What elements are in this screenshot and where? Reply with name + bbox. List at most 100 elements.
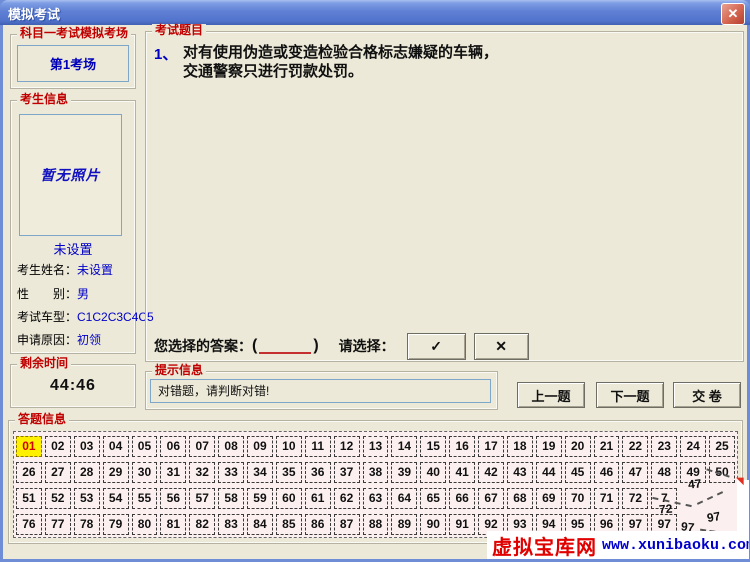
answer-cell[interactable]: 66 [449, 488, 475, 509]
prev-question-button[interactable]: 上一题 [517, 382, 585, 408]
answer-cell[interactable]: 68 [507, 488, 533, 509]
answer-cell[interactable]: 47 [622, 462, 648, 483]
answer-cell[interactable]: 86 [305, 514, 331, 535]
answer-cell[interactable]: 72 [622, 488, 648, 509]
answer-cell[interactable]: 21 [594, 436, 620, 457]
answer-cell[interactable]: 22 [622, 436, 648, 457]
answer-cell[interactable]: 82 [189, 514, 215, 535]
answer-cell[interactable]: 19 [536, 436, 562, 457]
answer-cell[interactable]: 45 [565, 462, 591, 483]
answer-cell[interactable]: 85 [276, 514, 302, 535]
answer-true-button[interactable]: ✓ [407, 333, 466, 360]
answer-cell[interactable]: 60 [276, 488, 302, 509]
answer-cell[interactable]: 90 [420, 514, 446, 535]
answer-cell[interactable]: 44 [536, 462, 562, 483]
next-question-button[interactable]: 下一题 [596, 382, 664, 408]
answer-cell[interactable]: 07 [189, 436, 215, 457]
remaining-time-group: 剩余时间 44:46 [10, 364, 136, 408]
answer-cell[interactable]: 38 [363, 462, 389, 483]
answer-cell[interactable]: 24 [680, 436, 706, 457]
answer-cell[interactable]: 14 [391, 436, 417, 457]
answer-cell[interactable]: 35 [276, 462, 302, 483]
answer-cell[interactable]: 43 [507, 462, 533, 483]
answer-cell[interactable]: 69 [536, 488, 562, 509]
answer-cell[interactable]: 42 [478, 462, 504, 483]
answer-cell[interactable]: 79 [103, 514, 129, 535]
answer-cell[interactable]: 02 [45, 436, 71, 457]
answer-cell[interactable]: 89 [391, 514, 417, 535]
answer-cell[interactable]: 41 [449, 462, 475, 483]
answer-cell[interactable]: 64 [391, 488, 417, 509]
answer-cell[interactable]: 58 [218, 488, 244, 509]
answer-cell[interactable]: 55 [132, 488, 158, 509]
answer-cell[interactable]: 31 [160, 462, 186, 483]
answer-cell[interactable]: 01 [16, 436, 42, 457]
answer-cell[interactable]: 54 [103, 488, 129, 509]
answer-cell[interactable]: 80 [132, 514, 158, 535]
answer-cell[interactable]: 09 [247, 436, 273, 457]
answer-cell[interactable]: 27 [45, 462, 71, 483]
answer-cell[interactable]: 17 [478, 436, 504, 457]
answer-cell[interactable]: 37 [334, 462, 360, 483]
answer-cell[interactable]: 84 [247, 514, 273, 535]
answer-cell[interactable]: 08 [218, 436, 244, 457]
watermark-url[interactable]: www.xunibaoku.com [602, 537, 749, 554]
answer-cell[interactable]: 15 [420, 436, 446, 457]
answer-cell[interactable]: 67 [478, 488, 504, 509]
answer-cell[interactable]: 12 [334, 436, 360, 457]
answer-cell[interactable]: 70 [565, 488, 591, 509]
remaining-time-value: 44:46 [11, 377, 135, 395]
answer-cell[interactable]: 78 [74, 514, 100, 535]
answer-cell[interactable]: 61 [305, 488, 331, 509]
answer-cell[interactable]: 33 [218, 462, 244, 483]
check-icon: ✓ [430, 338, 442, 355]
answer-cell[interactable]: 10 [276, 436, 302, 457]
answer-cell[interactable]: 11 [305, 436, 331, 457]
answer-cell[interactable]: 05 [132, 436, 158, 457]
answer-cell[interactable]: 04 [103, 436, 129, 457]
answer-cell[interactable]: 30 [132, 462, 158, 483]
answer-cell[interactable]: 29 [103, 462, 129, 483]
submit-exam-button[interactable]: 交 卷 [673, 382, 741, 408]
answer-cell[interactable]: 32 [189, 462, 215, 483]
answer-cell[interactable]: 52 [45, 488, 71, 509]
answer-cell[interactable]: 36 [305, 462, 331, 483]
answer-cell[interactable]: 88 [363, 514, 389, 535]
answer-cell[interactable]: 06 [160, 436, 186, 457]
titlebar[interactable]: 模拟考试 ✕ [0, 0, 750, 25]
answer-false-button[interactable]: ✕ [474, 333, 529, 360]
answer-cell[interactable]: 23 [651, 436, 677, 457]
answer-cell[interactable]: 91 [449, 514, 475, 535]
answer-cell[interactable]: 40 [420, 462, 446, 483]
answer-cell[interactable]: 62 [334, 488, 360, 509]
answer-cell[interactable]: 18 [507, 436, 533, 457]
answer-cell[interactable]: 57 [189, 488, 215, 509]
answer-cell[interactable]: 20 [565, 436, 591, 457]
answer-cell[interactable]: 59 [247, 488, 273, 509]
answer-cell[interactable]: 46 [594, 462, 620, 483]
answer-cell[interactable]: 25 [709, 436, 735, 457]
answer-cell[interactable]: 51 [16, 488, 42, 509]
answer-cell[interactable]: 76 [16, 514, 42, 535]
answer-cell[interactable]: 71 [594, 488, 620, 509]
answer-cell[interactable]: 26 [16, 462, 42, 483]
answer-cell[interactable]: 13 [363, 436, 389, 457]
answer-cell[interactable]: 63 [363, 488, 389, 509]
field-name-label: 考生姓名： [17, 263, 77, 277]
answer-cell[interactable]: 83 [218, 514, 244, 535]
answer-cell[interactable]: 34 [247, 462, 273, 483]
close-button[interactable]: ✕ [721, 3, 745, 25]
answer-cell[interactable]: 48 [651, 462, 677, 483]
answer-cell[interactable]: 56 [160, 488, 186, 509]
answer-cell[interactable]: 28 [74, 462, 100, 483]
answer-cell[interactable]: 16 [449, 436, 475, 457]
answer-cell[interactable]: 53 [74, 488, 100, 509]
answer-cell[interactable]: 03 [74, 436, 100, 457]
answer-cell[interactable]: 77 [45, 514, 71, 535]
answer-cell[interactable]: 65 [420, 488, 446, 509]
watermark: 虚拟宝库网 www.xunibaoku.com [487, 531, 749, 559]
answer-cell[interactable]: 81 [160, 514, 186, 535]
answer-cell[interactable]: 39 [391, 462, 417, 483]
hint-group-title: 提示信息 [152, 364, 206, 377]
answer-cell[interactable]: 87 [334, 514, 360, 535]
